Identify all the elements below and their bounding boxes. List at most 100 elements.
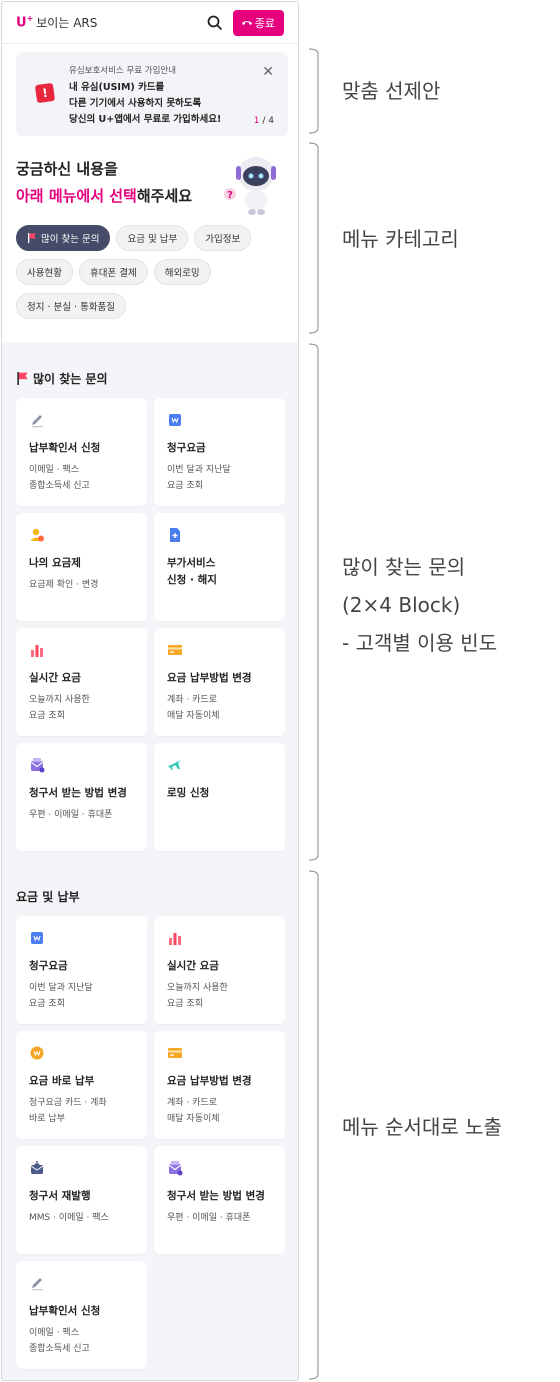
menu-card[interactable]: 청구서 받는 방법 변경우편 · 이메일 · 휴대폰 (16, 743, 147, 851)
menu-card[interactable]: 실시간 요금 오늘까지 사용한 요금 조회 (154, 916, 285, 1024)
menu-card-desc: 요금제 확인 · 변경 (29, 580, 99, 590)
popular-title: 많이 찾는 문의 (16, 370, 108, 387)
menu-card[interactable]: 요금 납부방법 변경계좌 · 카드로 매달 자동이체 (154, 628, 285, 736)
menu-card-desc: 오늘까지 사용한 요금 조회 (29, 695, 90, 721)
chip-popular[interactable]: 많이 찾는 문의 (16, 225, 111, 251)
chip-mobile-payment[interactable]: 휴대폰 결제 (78, 259, 148, 285)
menu-card-desc: 오늘까지 사용한 요금 조회 (167, 983, 228, 1009)
menu-card-title: 납부확인서 신청 (29, 1305, 101, 1317)
person-icon (30, 528, 44, 542)
mail-icon (168, 1161, 183, 1176)
close-icon[interactable]: ✕ (262, 64, 274, 80)
menu-card-desc: 우편 · 이메일 · 휴대폰 (29, 810, 113, 820)
plane-icon (168, 760, 181, 770)
menu-card-title: 청구서 재발행 (29, 1190, 91, 1202)
notice-pager: 1 / 4 (253, 116, 274, 126)
notice-subtitle: 유심보호서비스 무료 가입안내 (69, 66, 177, 76)
app-title: 보이는 ARS (36, 16, 98, 30)
notice-banner[interactable]: ! 유심보호서비스 무료 가입안내 내 유심(USIM) 카드를 다른 기기에서… (16, 52, 288, 136)
menu-card-title: 요금 납부방법 변경 (167, 672, 252, 684)
billing-title: 요금 및 납부 (16, 890, 80, 904)
alert-icon: ! (34, 82, 56, 104)
robot-mascot-icon: ? (224, 157, 276, 215)
svg-text:?: ? (227, 190, 233, 201)
brace-4 (308, 870, 319, 1380)
search-icon[interactable] (207, 15, 223, 31)
coin-icon (30, 1046, 44, 1060)
phone-frame: U+ 보이는 ARS 종료 ! 유심보호서비스 무료 가입안내 내 유심(USI… (1, 1, 299, 1381)
bar-chart-icon (169, 933, 181, 945)
menu-card-title: 청구요금 (29, 960, 68, 972)
menu-card-title: 청구서 받는 방법 변경 (167, 1190, 265, 1202)
end-call-button[interactable]: 종료 (232, 9, 284, 36)
notice-message: 내 유심(USIM) 카드를 다른 기기에서 사용하지 못하도록 당신의 U+앱… (69, 82, 222, 125)
billing-section: 요금 및 납부 청구요금 이번 달과 지난달 요금 조회 실시간 요금 오늘까지 사용… (2, 862, 298, 1380)
menu-card-title: 청구서 받는 방법 변경 (29, 787, 127, 799)
menu-card[interactable]: 청구서 재발행 MMS · 이메일 · 팩스 (16, 1146, 147, 1254)
menu-card-title: 청구요금 (167, 442, 206, 454)
end-call-label: 종료 (254, 16, 275, 30)
menu-card[interactable]: 납부확인서 신청이메일 · 팩스 종합소득세 신고 (16, 398, 147, 506)
bill-icon (169, 414, 181, 426)
menu-card-desc: 이메일 · 팩스 종합소득세 신고 (29, 465, 90, 491)
menu-card[interactable]: 실시간 요금오늘까지 사용한 요금 조회 (16, 628, 147, 736)
chip-subscription[interactable]: 가입정보 (194, 225, 252, 251)
menu-card[interactable]: 요금 바로 납부청구요금 카드 · 계좌 바로 납부 (16, 1031, 147, 1139)
flag-icon (28, 233, 36, 243)
menu-card-title: 실시간 요금 (29, 672, 81, 684)
menu-card-title: 부가서비스 신청 · 해지 (167, 557, 217, 586)
menu-card-desc: 이번 달과 지난달 요금 조회 (167, 465, 231, 491)
menu-card-desc: 이메일 · 팩스 종합소득세 신고 (29, 1328, 90, 1354)
logo[interactable]: U+ 보이는 ARS (16, 14, 97, 31)
menu-card-title: 나의 요금제 (29, 557, 81, 569)
bar-chart-icon (31, 645, 43, 657)
menu-card-title: 요금 바로 납부 (29, 1075, 95, 1087)
phone-hangup-icon (241, 20, 252, 25)
menu-card-desc: 이번 달과 지난달 요금 조회 (29, 983, 93, 1009)
category-chips: 많이 찾는 문의 요금 및 납부 가입정보 사용현황 휴대폰 결제 해외로밍 정… (16, 225, 296, 319)
pencil-icon (32, 1278, 43, 1291)
chip-suspend-loss-quality[interactable]: 정지 · 분실 · 통화품질 (16, 293, 127, 319)
brace-3 (308, 343, 319, 861)
menu-card[interactable]: 부가서비스 신청 · 해지 (154, 513, 285, 621)
bill-icon (31, 932, 43, 944)
menu-card[interactable]: 청구서 받는 방법 변경우편 · 이메일 · 휴대폰 (154, 1146, 285, 1254)
header: U+ 보이는 ARS 종료 (2, 2, 298, 44)
menu-card[interactable]: 청구요금이번 달과 지난달 요금 조회 (16, 916, 147, 1024)
brace-2 (308, 142, 319, 334)
popular-section: 많이 찾는 문의 납부확인서 신청 이메일 · 팩스 종합소득세 신고 청구요금 이번… (2, 342, 298, 862)
card-icon (168, 645, 182, 655)
chip-usage[interactable]: 사용현황 (16, 259, 73, 285)
annotation-menu-category: 메뉴 카테고리 (342, 227, 459, 251)
pencil-icon (32, 415, 43, 428)
menu-card-desc: 청구요금 카드 · 계좌 바로 납부 (29, 1098, 107, 1124)
intro-highlight: 아래 메뉴에서 선택 (16, 187, 137, 205)
menu-card[interactable]: 요금 납부방법 변경계좌 · 카드로 매달 자동이체 (154, 1031, 285, 1139)
mail-icon (30, 758, 45, 773)
menu-card[interactable]: 납부확인서 신청이메일 · 팩스 종합소득세 신고 (16, 1261, 147, 1369)
intro-line1: 궁금하신 내용을 (16, 160, 118, 178)
intro-heading: 궁금하신 내용을 아래 메뉴에서 선택해주세요 (16, 158, 192, 206)
annotation-menu-order: 메뉴 순서대로 노출 (342, 1115, 502, 1139)
annotation-popular: 많이 찾는 문의 (2×4 Block) - 고객별 이용 빈도 (342, 555, 498, 655)
doc-plus-icon (170, 528, 180, 542)
annotation-suggestion: 맞춤 선제안 (342, 79, 441, 103)
reissue-icon (30, 1161, 44, 1174)
menu-card-desc: 계좌 · 카드로 매달 자동이체 (167, 1098, 220, 1124)
chip-billing[interactable]: 요금 및 납부 (116, 225, 189, 251)
card-icon (168, 1048, 182, 1058)
menu-card-desc: 계좌 · 카드로 매달 자동이체 (167, 695, 220, 721)
brace-1 (308, 48, 319, 134)
flag-icon (17, 372, 28, 385)
menu-card[interactable]: 나의 요금제요금제 확인 · 변경 (16, 513, 147, 621)
menu-card[interactable]: 청구요금이번 달과 지난달 요금 조회 (154, 398, 285, 506)
chip-roaming[interactable]: 해외로밍 (153, 259, 211, 285)
intro-line2: 해주세요 (136, 187, 193, 205)
menu-card-title: 요금 납부방법 변경 (167, 1075, 252, 1087)
brand-mark: U+ (16, 14, 34, 31)
menu-card-title: 로밍 신청 (167, 787, 210, 799)
menu-card[interactable]: 로밍 신청 (154, 743, 285, 851)
menu-card-desc: 우편 · 이메일 · 휴대폰 (167, 1213, 251, 1223)
menu-card-title: 납부확인서 신청 (29, 442, 101, 454)
menu-card-desc: MMS · 이메일 · 팩스 (29, 1213, 109, 1223)
